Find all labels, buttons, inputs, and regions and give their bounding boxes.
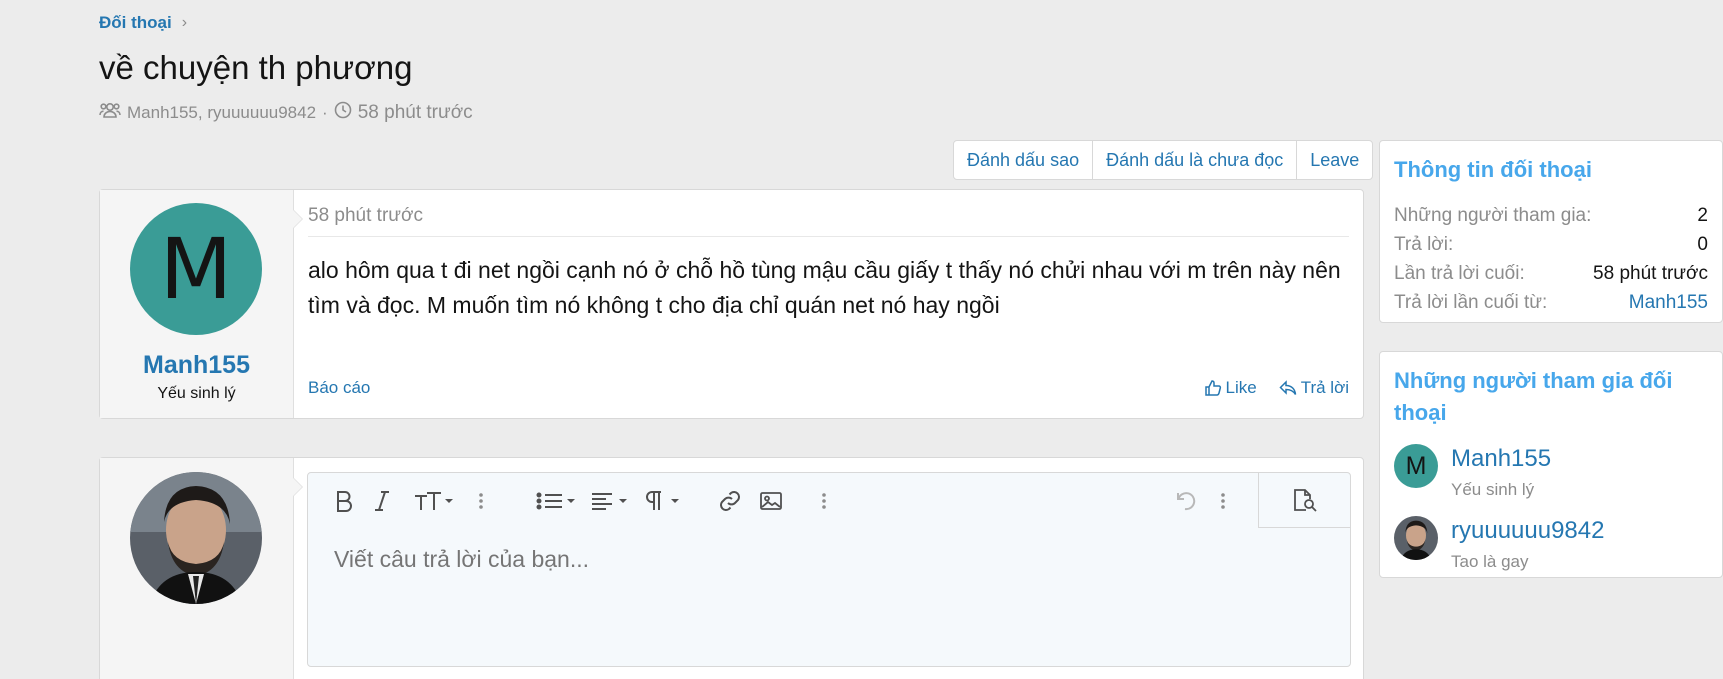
- participant-item: ryuuuuuu9842 Tao là gay: [1394, 516, 1604, 572]
- users-icon: [99, 101, 121, 124]
- info-value: 2: [1697, 205, 1708, 226]
- participant-name[interactable]: Manh155: [1451, 444, 1551, 474]
- message-body: alo hôm qua t đi net ngồi cạnh nó ở chỗ …: [308, 257, 1341, 318]
- bold-icon[interactable]: [334, 489, 354, 513]
- message-user-cell: M Manh155 Yếu sinh lý: [100, 190, 303, 418]
- like-label: Like: [1225, 378, 1257, 397]
- info-value: 0: [1697, 234, 1708, 255]
- italic-icon[interactable]: [374, 489, 390, 513]
- meta-separator: ·: [322, 102, 328, 122]
- current-user-avatar[interactable]: [130, 472, 262, 604]
- reply-icon: [1279, 379, 1297, 397]
- info-label: Những người tham gia:: [1394, 205, 1592, 226]
- message-time[interactable]: 58 phút trước: [308, 205, 423, 227]
- image-icon[interactable]: [760, 489, 782, 513]
- more-vertical-icon[interactable]: [821, 489, 827, 513]
- participant-title: Tao là gay: [1451, 552, 1529, 571]
- quick-reply: [99, 457, 1364, 679]
- avatar[interactable]: [1394, 516, 1438, 560]
- like-button[interactable]: Like: [1204, 378, 1257, 398]
- participants-title: Những người tham gia đối thoại: [1394, 368, 1673, 425]
- thumbs-up-icon: [1204, 379, 1222, 397]
- page-title: về chuyện th phương: [99, 49, 413, 86]
- participant-item: M Manh155 Yếu sinh lý: [1394, 444, 1551, 500]
- info-row-last-reply: Lần trả lời cuối: 58 phút trước: [1394, 259, 1708, 288]
- clock-icon: [334, 101, 352, 124]
- reply-editor: [307, 472, 1351, 667]
- more-vertical-icon[interactable]: [1220, 489, 1226, 513]
- reply-user-cell: [100, 458, 303, 679]
- info-label: Trả lời:: [1394, 234, 1454, 255]
- chevron-right-icon: ›: [181, 14, 188, 31]
- report-link[interactable]: Báo cáo: [308, 378, 370, 398]
- mark-unread-button[interactable]: Đánh dấu là chưa đọc: [1092, 141, 1296, 179]
- align-icon[interactable]: [590, 489, 628, 513]
- message-main: 58 phút trước alo hôm qua t đi net ngồi …: [294, 190, 1363, 418]
- star-button[interactable]: Đánh dấu sao: [954, 141, 1092, 179]
- link-icon[interactable]: [718, 489, 742, 513]
- info-label: Trả lời lần cuối từ:: [1394, 292, 1548, 313]
- conversation-meta: Manh155, ryuuuuuu9842 · 58 phút trước: [99, 101, 473, 124]
- leave-button[interactable]: Leave: [1296, 141, 1372, 179]
- reply-input[interactable]: [334, 546, 1324, 573]
- conversation-actions: Đánh dấu sao Đánh dấu là chưa đọc Leave: [953, 140, 1374, 180]
- participants-block: Những người tham gia đối thoại M Manh155…: [1379, 351, 1723, 578]
- info-list: Những người tham gia: 2 Trả lời: 0 Lần t…: [1394, 201, 1708, 317]
- last-reply-user-link[interactable]: Manh155: [1629, 288, 1708, 317]
- preview-icon[interactable]: [1258, 473, 1350, 528]
- info-title: Thông tin đối thoại: [1394, 157, 1592, 182]
- message: M Manh155 Yếu sinh lý 58 phút trước alo …: [99, 189, 1364, 419]
- conversation-time-link[interactable]: 58 phút trước: [358, 102, 473, 124]
- list-icon[interactable]: [536, 489, 576, 513]
- text-size-icon[interactable]: [414, 489, 454, 513]
- undo-icon[interactable]: [1174, 489, 1196, 513]
- message-username[interactable]: Manh155: [100, 351, 293, 380]
- info-value: 58 phút trước: [1593, 263, 1708, 284]
- breadcrumb: Đối thoại ›: [99, 13, 187, 33]
- editor-toolbar: [308, 473, 1350, 528]
- avatar[interactable]: M: [130, 203, 262, 335]
- conversation-info-block: Thông tin đối thoại Những người tham gia…: [1379, 140, 1723, 323]
- more-vertical-icon[interactable]: [478, 489, 484, 513]
- avatar[interactable]: M: [1394, 444, 1438, 488]
- paragraph-icon[interactable]: [644, 489, 680, 513]
- user-title: Yếu sinh lý: [157, 385, 236, 402]
- reply-label: Trả lời: [1300, 378, 1349, 397]
- info-row-replies: Trả lời: 0: [1394, 230, 1708, 259]
- participants-text: Manh155, ryuuuuuu9842: [127, 102, 317, 122]
- participant-name[interactable]: ryuuuuuu9842: [1451, 516, 1604, 546]
- breadcrumb-conversations-link[interactable]: Đối thoại: [99, 13, 172, 33]
- info-row-last-reply-from: Trả lời lần cuối từ: Manh155: [1394, 288, 1708, 317]
- reply-button[interactable]: Trả lời: [1279, 378, 1349, 398]
- info-label: Lần trả lời cuối:: [1394, 263, 1525, 284]
- participant-title: Yếu sinh lý: [1451, 480, 1535, 499]
- divider: [308, 236, 1349, 237]
- message-actions: Like Trả lời: [1204, 378, 1349, 398]
- info-row-participants: Những người tham gia: 2: [1394, 201, 1708, 230]
